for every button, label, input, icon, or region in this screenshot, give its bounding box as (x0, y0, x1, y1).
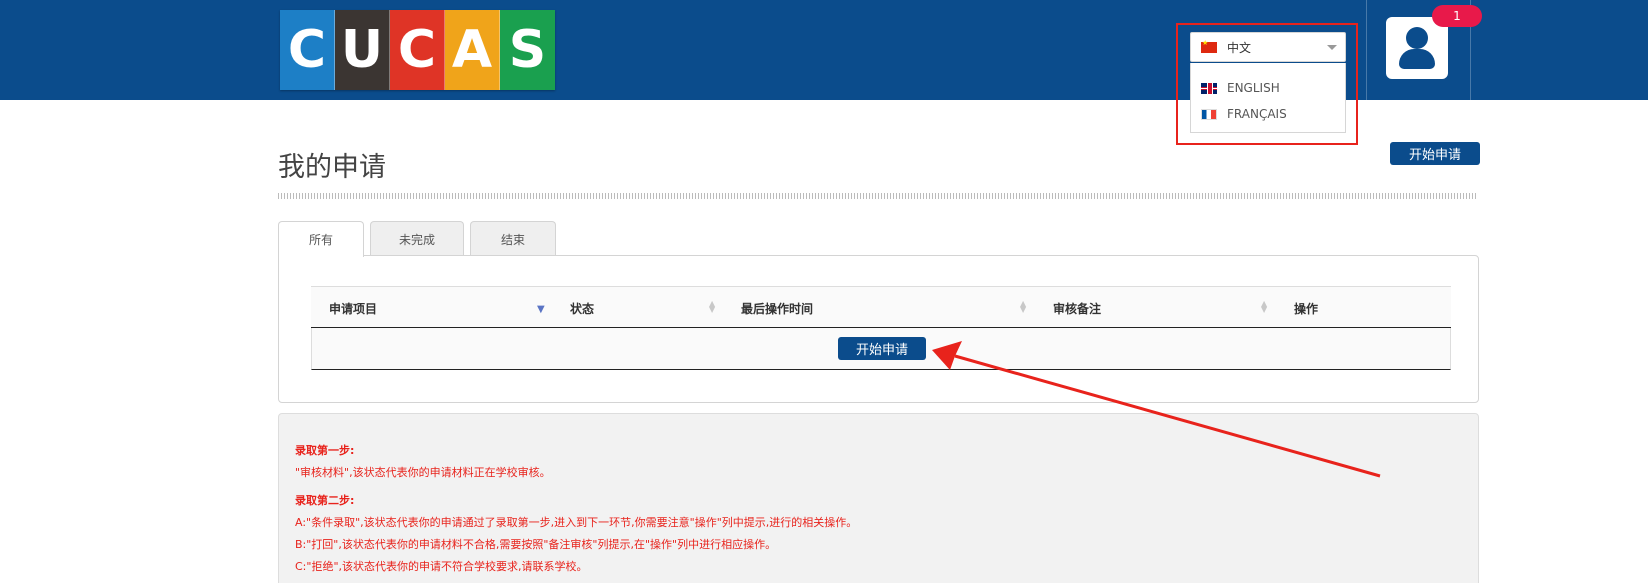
logo-letter: S (500, 10, 555, 90)
application-tabs: 所有 未完成 结束 (278, 221, 562, 257)
logo-letter: C (280, 10, 335, 90)
language-option-label: FRANÇAIS (1227, 107, 1287, 121)
header-divider (1366, 0, 1367, 100)
language-selected-label: 中文 (1227, 40, 1252, 55)
language-dropdown: ENGLISH FRANÇAIS (1190, 63, 1346, 133)
title-divider (278, 193, 1476, 199)
tab-incomplete[interactable]: 未完成 (370, 221, 464, 256)
chevron-down-icon (1327, 45, 1337, 50)
cucas-logo[interactable]: C U C A S (280, 10, 555, 90)
uk-flag-icon (1201, 82, 1217, 94)
table-header-row: 申请项目 ▼ 状态 ▲ ▼ 最后操作时间 ▲ ▼ 审核备注 ▲ ▼ 操作 (311, 286, 1451, 328)
applications-panel: 申请项目 ▼ 状态 ▲ ▼ 最后操作时间 ▲ ▼ 审核备注 ▲ ▼ 操作 开始申请 (278, 255, 1479, 403)
sort-icon[interactable]: ▲ ▼ (1020, 300, 1026, 314)
logo-letter: U (335, 10, 390, 90)
applications-table: 申请项目 ▼ 状态 ▲ ▼ 最后操作时间 ▲ ▼ 审核备注 ▲ ▼ 操作 开始申请 (311, 286, 1451, 370)
tab-finished[interactable]: 结束 (470, 221, 556, 256)
notification-badge[interactable]: 1 (1432, 5, 1482, 27)
china-flag-icon (1201, 39, 1217, 53)
sort-icon[interactable]: ▲ ▼ (1261, 300, 1267, 314)
step2-option-a: A:"条件录取",该状态代表你的申请通过了录取第一步,进入到下一环节,你需要注意… (295, 516, 858, 529)
sort-desc-icon[interactable]: ▼ (537, 305, 545, 315)
tab-all[interactable]: 所有 (278, 221, 364, 257)
step2-option-b: B:"打回",该状态代表你的申请材料不合格,需要按照"备注审核"列提示,在"操作… (295, 538, 777, 551)
language-option-english[interactable]: ENGLISH (1191, 75, 1345, 101)
language-select[interactable]: 中文 (1190, 32, 1346, 62)
column-header-last-modified[interactable]: 最后操作时间 (741, 287, 813, 329)
start-application-button[interactable]: 开始申请 (1390, 142, 1480, 165)
language-option-label: ENGLISH (1227, 81, 1280, 95)
column-header-actions: 操作 (1294, 301, 1319, 316)
user-icon-body (1399, 49, 1435, 69)
sort-icon[interactable]: ▲ ▼ (709, 300, 715, 314)
table-row: 开始申请 (311, 328, 1451, 370)
logo-letter: C (390, 10, 445, 90)
step1-text: "审核材料",该状态代表你的申请材料正在学校审核。 (295, 466, 551, 479)
language-option-french[interactable]: FRANÇAIS (1191, 101, 1345, 127)
column-header-status[interactable]: 状态 (570, 287, 594, 329)
logo-letter: A (445, 10, 500, 90)
page-title: 我的申请 (278, 152, 386, 183)
step2-option-c: C:"拒绝",该状态代表你的申请不符合学校要求,请联系学校。 (295, 560, 588, 573)
column-header-review-notes[interactable]: 审核备注 (1053, 287, 1101, 329)
france-flag-icon (1201, 108, 1217, 120)
step1-heading: 录取第一步: (295, 444, 355, 457)
column-header-program[interactable]: 申请项目 (329, 287, 377, 329)
admission-steps-info: 录取第一步: "审核材料",该状态代表你的申请材料正在学校审核。 录取第二步: … (278, 413, 1479, 583)
start-application-row-button[interactable]: 开始申请 (838, 337, 926, 360)
step2-heading: 录取第二步: (295, 494, 355, 507)
user-icon (1406, 27, 1428, 49)
